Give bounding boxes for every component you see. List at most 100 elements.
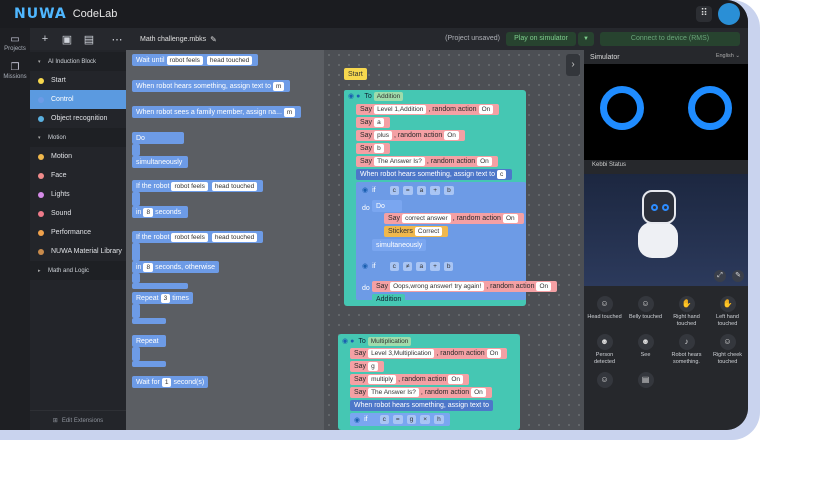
workspace[interactable]: Start ◉ ● To Addition Say Level 1,Addition, …	[324, 50, 584, 430]
category-motion[interactable]: ▾ Motion	[30, 128, 126, 147]
category-ai-induction-block[interactable]: ▾ AI Induction Block	[30, 52, 126, 71]
trigger-button[interactable]: ☺	[586, 372, 624, 390]
var-m-dropdown[interactable]: m	[273, 81, 285, 91]
var-b-dropdown[interactable]: b	[444, 185, 454, 195]
say-block[interactable]: Say Level 3,Multiplication, random action…	[350, 348, 508, 359]
on-dropdown[interactable]: On	[486, 349, 502, 358]
save-icon[interactable]: ▣	[56, 33, 78, 46]
repeat-forever-block[interactable]: Repeat	[132, 335, 166, 347]
trigger-button[interactable]: ☺ Head touched	[586, 296, 624, 328]
edit-extensions-button[interactable]: ⊞ Edit Extensions	[30, 410, 126, 430]
category-start[interactable]: Start	[30, 71, 126, 90]
function-name-input[interactable]: Multiplication	[367, 336, 412, 346]
var-c-dropdown[interactable]: c	[497, 170, 507, 179]
say-block[interactable]: Say The Answer Is?, random action On	[356, 156, 498, 167]
trigger-button[interactable]: ✋ Right hand touched	[668, 296, 706, 328]
rail-missions[interactable]: ❐ Missions	[0, 62, 30, 80]
category-face[interactable]: Face	[30, 166, 126, 185]
var-a-input[interactable]: a	[374, 118, 384, 127]
addition-call-block[interactable]: Addition	[372, 294, 406, 305]
trigger-button[interactable]: ✋ Left hand touched	[709, 296, 747, 328]
operator-dropdown[interactable]: =	[392, 415, 403, 424]
recenter-icon[interactable]: ⤢	[714, 270, 726, 282]
connect-device-button[interactable]: Connect to device (RMS)	[600, 32, 740, 46]
play-simulator-button[interactable]: Play on simulator	[506, 32, 576, 46]
operator-dropdown[interactable]: ×	[420, 415, 431, 424]
if-robot-block[interactable]: If the robot robot feels head touched	[132, 180, 264, 192]
say-text-input[interactable]: The Answer Is?	[374, 157, 425, 166]
say-text-input[interactable]: The Answer Is?	[368, 388, 419, 397]
chevron-down-icon[interactable]: ▼	[578, 32, 594, 46]
category-nuwa-material-library[interactable]: NUWA Material Library	[30, 242, 126, 261]
do-simultaneous-block[interactable]: Do	[372, 200, 402, 212]
category-sound[interactable]: Sound	[30, 204, 126, 223]
var-h-dropdown[interactable]: h	[434, 415, 444, 424]
say-text-input[interactable]: multiply	[368, 375, 397, 384]
var-c-dropdown[interactable]: c	[389, 185, 399, 195]
say-block[interactable]: Say g	[350, 361, 384, 372]
trigger-button[interactable]: ☺ Right cheek touched	[709, 334, 747, 366]
wait-until-block[interactable]: Wait until robot feels head touched	[132, 54, 259, 66]
var-a-dropdown[interactable]: a	[416, 185, 427, 195]
operator-dropdown[interactable]: +	[430, 261, 440, 271]
trigger-button[interactable]: ▤	[627, 372, 665, 390]
edit-icon[interactable]: ✎	[732, 270, 744, 282]
add-icon[interactable]: +	[34, 33, 56, 45]
rail-projects[interactable]: ▭ Projects	[0, 34, 30, 52]
operator-dropdown[interactable]: ≠	[402, 261, 413, 271]
operator-dropdown[interactable]: =	[402, 185, 413, 195]
say-text-input[interactable]: plus	[374, 131, 392, 140]
operator-dropdown[interactable]: +	[430, 185, 441, 195]
file-name[interactable]: Math challenge.mbks	[140, 36, 206, 43]
var-c-dropdown[interactable]: c	[379, 415, 389, 424]
var-b-input[interactable]: b	[374, 144, 384, 153]
head-touched-dropdown[interactable]: head touched	[211, 232, 258, 242]
gear-icon[interactable]: ◉	[362, 262, 368, 270]
seconds-input[interactable]: 8	[143, 262, 154, 272]
on-dropdown[interactable]: On	[471, 388, 486, 397]
category-performance[interactable]: Performance	[30, 223, 126, 242]
var-g-input[interactable]: g	[368, 362, 378, 371]
trigger-button[interactable]: ♪ Robot hears something.	[668, 334, 706, 366]
trigger-button[interactable]: ☺ Belly touched	[627, 296, 665, 328]
say-block[interactable]: Say Oops,wrong answer! try again!, random…	[372, 281, 558, 292]
hears-assign-block[interactable]: When robot hears something, assign text …	[132, 80, 291, 92]
var-m-dropdown[interactable]: m	[283, 107, 296, 117]
sticker-dropdown[interactable]: Correct	[414, 227, 443, 236]
on-dropdown[interactable]: On	[478, 105, 494, 114]
on-dropdown[interactable]: On	[502, 214, 518, 223]
say-text-input[interactable]: Oops,wrong answer! try again!	[390, 282, 485, 291]
on-dropdown[interactable]: On	[477, 157, 492, 166]
multiplication-function-header[interactable]: ◉ ● To Multiplication	[338, 335, 418, 347]
collapse-icon[interactable]: ◉	[348, 92, 354, 100]
start-block[interactable]: Start	[344, 68, 367, 80]
category-motion[interactable]: Motion	[30, 147, 126, 166]
say-block[interactable]: Say multiply, random action On	[350, 374, 470, 385]
say-text-input[interactable]: Level 1,Addition	[374, 105, 427, 114]
robot-3d-view[interactable]: ⤢ ✎	[584, 174, 748, 286]
if-else-robot-block[interactable]: If the robot robot feels head touched	[132, 231, 264, 243]
head-touched-dropdown[interactable]: head touched	[206, 55, 253, 65]
gear-icon[interactable]: ◉	[354, 416, 360, 424]
category-math-and-logic[interactable]: ▸ Math and Logic	[30, 261, 126, 280]
hears-assign-block[interactable]: When robot hears something, assign text …	[350, 400, 494, 411]
wait-for-block[interactable]: Wait for 1 second(s)	[132, 376, 209, 388]
save-as-icon[interactable]: ▤	[78, 33, 100, 46]
edit-pencil-icon[interactable]: ✎	[210, 35, 217, 44]
var-b-dropdown[interactable]: b	[443, 261, 454, 271]
collapse-icon[interactable]: ◉	[342, 337, 348, 345]
on-dropdown[interactable]: On	[536, 282, 552, 291]
trigger-button[interactable]: ☻ Person detected	[586, 334, 624, 366]
var-a-dropdown[interactable]: a	[416, 261, 427, 271]
say-text-input[interactable]: correct answer	[402, 214, 451, 223]
var-c-dropdown[interactable]: c	[389, 261, 399, 271]
on-dropdown[interactable]: On	[448, 375, 464, 384]
apps-grid-icon[interactable]: ⠿	[696, 6, 712, 22]
if-condition-1[interactable]: ◉ if c = a + b	[358, 184, 460, 196]
robot-feels-dropdown[interactable]: robot feels	[166, 55, 203, 65]
function-name-input[interactable]: Addition	[373, 91, 404, 101]
hears-assign-block[interactable]: When robot hears something, assign text …	[356, 169, 513, 180]
say-block[interactable]: Say Level 1,Addition, random action On	[356, 104, 500, 115]
avatar[interactable]	[718, 3, 740, 25]
if-condition-2[interactable]: ◉ if c ≠ a + b	[358, 260, 459, 272]
